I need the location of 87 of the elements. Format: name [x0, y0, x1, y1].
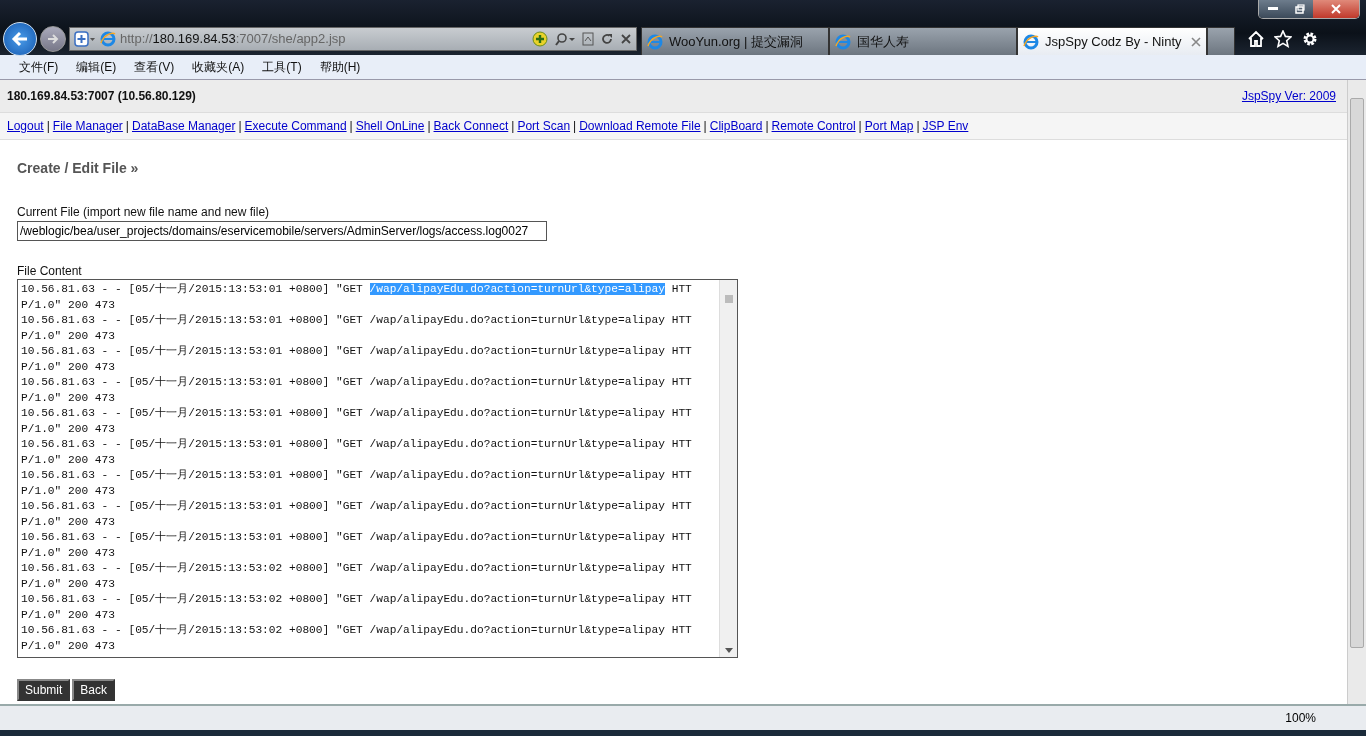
scrollbar[interactable]: [1347, 80, 1366, 704]
separator-text: |: [703, 119, 707, 133]
separator-text: |: [46, 119, 50, 133]
form-button[interactable]: Back: [72, 679, 116, 701]
log-line: 10.56.81.63 - - [05/十一月/2015:13:53:01 +0800] "GET /wap/alipayEdu.do?action=turnUrl&type=alipay HTTP/1.0" 200 473: [21, 530, 693, 561]
log-line: 10.56.81.63 - - [05/十一月/2015:13:53:01 +0800] "GET /wap/alipayEdu.do?action=turnUrl&type=alipay HTTP/1.0" 200 473: [21, 313, 693, 344]
log-line: 10.56.81.63 - - [05/十一月/2015:13:53:01 +0800] "GET /wap/alipayEdu.do?action=turnUrl&type=alipay HTTP/1.0" 200 473: [21, 344, 693, 375]
tab-title: 国华人寿: [857, 32, 910, 51]
field-label: Current File (import new file name and new file): [17, 205, 271, 219]
minimize-icon: [1267, 7, 1278, 11]
log-line: 10.56.81.63 - - [05/十一月/2015:13:53:01 +0800] "GET /wap/alipayEdu.do?action=turnUrl&type=alipay HTTP/1.0" 200 473: [21, 282, 693, 313]
nav-link[interactable]: Download Remote File: [579, 119, 701, 133]
back-button[interactable]: [3, 21, 37, 56]
address-text: http://180.169.84.53:7007/she/app2.jsp: [120, 31, 347, 46]
address-field[interactable]: http://180.169.84.53:7007/she/app2.jsp: [69, 26, 637, 51]
field-label: File Content: [17, 264, 83, 278]
separator-text: |: [238, 119, 242, 133]
scrollbar[interactable]: [719, 280, 737, 657]
close-icon[interactable]: [1191, 36, 1201, 47]
separator-text: |: [511, 119, 515, 133]
separator-text: |: [916, 119, 920, 133]
nav-link[interactable]: ClipBoard: [709, 119, 763, 133]
ie-logo-icon: [1023, 33, 1039, 50]
refresh-icon[interactable]: [600, 31, 614, 46]
scroll-thumb[interactable]: [1350, 98, 1364, 648]
nav-link[interactable]: File Manager: [52, 119, 123, 133]
tab-title: WooYun.org | 提交漏洞: [669, 32, 804, 51]
close-button[interactable]: [1313, 0, 1359, 18]
form-button[interactable]: Submit: [17, 679, 71, 701]
menu-item[interactable]: 收藏夹(A): [185, 58, 252, 76]
nav-link[interactable]: Execute Command: [244, 119, 347, 133]
log-line: 10.56.81.63 - - [05/十一月/2015:13:53:02 +0800] "GET /wap/alipayEdu.do?action=turnUrl&type=alipay HTTP/1.0" 200 473: [21, 623, 693, 654]
tab-title: JspSpy Codz By - Ninty: [1045, 34, 1183, 49]
browser-tab[interactable]: WooYun.org | 提交漏洞: [641, 27, 829, 55]
shield-plus-icon: [74, 30, 96, 47]
nav-link[interactable]: DataBase Manager: [132, 119, 236, 133]
log-line: 10.56.81.63 - - [05/十一月/2015:13:53:01 +0800] "GET /wap/alipayEdu.do?action=turnUrl&type=alipay HTTP/1.0" 200 473: [21, 468, 693, 499]
scroll-down-icon[interactable]: [724, 648, 733, 653]
zoom-level[interactable]: 100%: [1285, 711, 1316, 725]
ie-logo-icon: [647, 33, 663, 50]
browser-tab[interactable]: JspSpy Codz By - Ninty: [1017, 27, 1207, 55]
new-tab-button[interactable]: [1207, 27, 1235, 55]
nav-link[interactable]: Remote Control: [771, 119, 856, 133]
separator-text: |: [573, 119, 577, 133]
log-line: 10.56.81.63 - - [05/十一月/2015:13:53:01 +0800] "GET /wap/alipayEdu.do?action=turnUrl&type=alipay HTTP/1.0" 200 473: [21, 437, 693, 468]
log-line: 10.56.81.63 - - [05/十一月/2015:13:53:02 +0800] "GET /wap/alipayEdu.do?action=turnUrl&type=alipay HTTP/1.0" 200 473: [21, 561, 693, 592]
menu-item[interactable]: 编辑(E): [69, 58, 124, 76]
log-line: 10.56.81.63 - - [05/十一月/2015:13:53:02 +0800] "GET /wap/alipayEdu.do?action=turnUrl&type=alipay HTTP/1.0" 200 473: [21, 592, 693, 623]
ie-logo-icon: [835, 33, 851, 50]
forward-button[interactable]: [40, 25, 66, 52]
nav-link[interactable]: Logout: [7, 119, 44, 133]
plus-circle-icon[interactable]: [532, 30, 548, 47]
close-icon[interactable]: [620, 32, 632, 45]
browser-tab[interactable]: 国华人寿: [829, 27, 1017, 55]
ie-logo-icon: [100, 30, 116, 47]
file-path-field[interactable]: /weblogic/bea/user_projects/domains/eservicemobile/servers/AdminServer/logs/access.log0027: [17, 221, 547, 241]
search-icon[interactable]: [554, 31, 576, 46]
log-line: 10.56.81.63 - - [05/十一月/2015:13:53:01 +0800] "GET /wap/alipayEdu.do?action=turnUrl&type=alipay HTTP/1.0" 200 473: [21, 406, 693, 437]
file-content-area[interactable]: [17, 279, 738, 658]
nav-link[interactable]: Port Map: [864, 119, 914, 133]
log-line: 10.56.81.63 - - [05/十一月/2015:13:53:01 +0800] "GET /wap/alipayEdu.do?action=turnUrl&type=alipay HTTP/1.0" 200 473: [21, 499, 693, 530]
separator-text: |: [765, 119, 769, 133]
menu-item[interactable]: 查看(V): [127, 58, 182, 76]
scroll-grip-icon: [723, 294, 734, 304]
log-line: 10.56.81.63 - - [05/十一月/2015:13:53:01 +0800] "GET /wap/alipayEdu.do?action=turnUrl&type=alipay HTTP/1.0" 200 473: [21, 375, 693, 406]
compatibility-icon[interactable]: [582, 31, 594, 46]
nav-link[interactable]: Port Scan: [517, 119, 571, 133]
minimize-button[interactable]: [1259, 0, 1286, 18]
separator-text: |: [858, 119, 862, 133]
nav-link[interactable]: Shell OnLine: [355, 119, 425, 133]
home-icon[interactable]: [1247, 29, 1265, 48]
close-icon: [1331, 4, 1341, 14]
nav-link[interactable]: Back Connect: [433, 119, 509, 133]
separator-text: |: [349, 119, 353, 133]
menu-item[interactable]: 文件(F): [12, 58, 66, 76]
restore-icon: [1294, 4, 1305, 14]
arrow-right-icon: [46, 31, 60, 46]
section-heading: Create / Edit File »: [17, 160, 140, 176]
menu-item[interactable]: 帮助(H): [312, 58, 368, 76]
host-title: 180.169.84.53:7007 (10.56.80.129): [7, 89, 196, 103]
star-icon[interactable]: [1274, 29, 1292, 48]
separator-text: |: [427, 119, 431, 133]
separator-text: |: [125, 119, 129, 133]
menu-item[interactable]: 工具(T): [255, 58, 309, 76]
version-link[interactable]: JspSpy Ver: 2009: [1241, 89, 1336, 103]
nav-link[interactable]: JSP Env: [922, 119, 969, 133]
restore-button[interactable]: [1286, 0, 1313, 18]
